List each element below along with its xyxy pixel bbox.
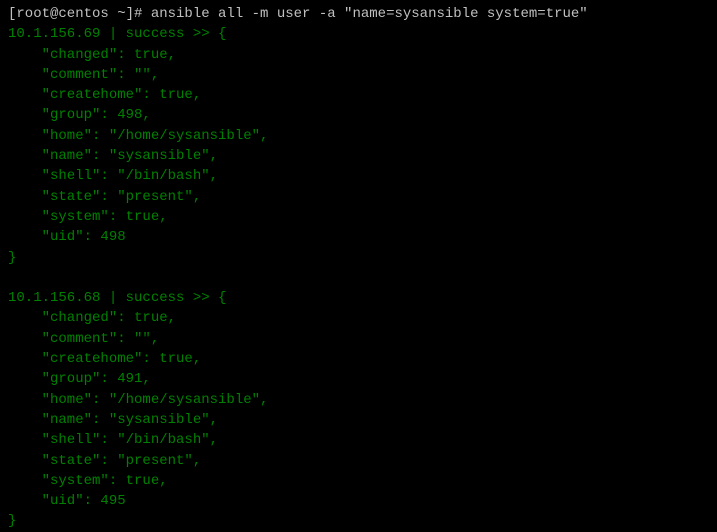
ansible-result-block-1: 10.1.156.68 | success >> { — [8, 288, 709, 308]
result-line: "home": "/home/sysansible", — [8, 390, 709, 410]
result-line: "name": "sysansible", — [8, 146, 709, 166]
result-line: "createhome": true, — [8, 349, 709, 369]
result-line: "uid": 495 — [8, 491, 709, 511]
result-line: "state": "present", — [8, 451, 709, 471]
result-line: "home": "/home/sysansible", — [8, 126, 709, 146]
result-line: "changed": true, — [8, 308, 709, 328]
result-line: "uid": 498 — [8, 227, 709, 247]
shell-prompt-prefix: [root@centos ~]# — [8, 6, 151, 22]
result-header-suffix: | success >> { — [100, 290, 226, 306]
shell-command: ansible all -m user -a "name=sysansible … — [151, 6, 588, 22]
result-line: "system": true, — [8, 207, 709, 227]
result-line: "system": true, — [8, 471, 709, 491]
result-line: "group": 491, — [8, 369, 709, 389]
ansible-result-block-0: 10.1.156.69 | success >> { — [8, 24, 709, 44]
result-line: "createhome": true, — [8, 85, 709, 105]
result-line: "shell": "/bin/bash", — [8, 430, 709, 450]
result-host: 10.1.156.69 — [8, 26, 100, 42]
result-line: "name": "sysansible", — [8, 410, 709, 430]
result-line: "shell": "/bin/bash", — [8, 166, 709, 186]
result-host: 10.1.156.68 — [8, 290, 100, 306]
result-line: "comment": "", — [8, 65, 709, 85]
result-close: } — [8, 248, 709, 268]
result-line: "comment": "", — [8, 329, 709, 349]
result-line: "group": 498, — [8, 105, 709, 125]
result-header-suffix: | success >> { — [100, 26, 226, 42]
shell-prompt-line[interactable]: [root@centos ~]# ansible all -m user -a … — [8, 4, 709, 24]
result-line: "state": "present", — [8, 187, 709, 207]
blank-line — [8, 268, 709, 288]
result-line: "changed": true, — [8, 45, 709, 65]
